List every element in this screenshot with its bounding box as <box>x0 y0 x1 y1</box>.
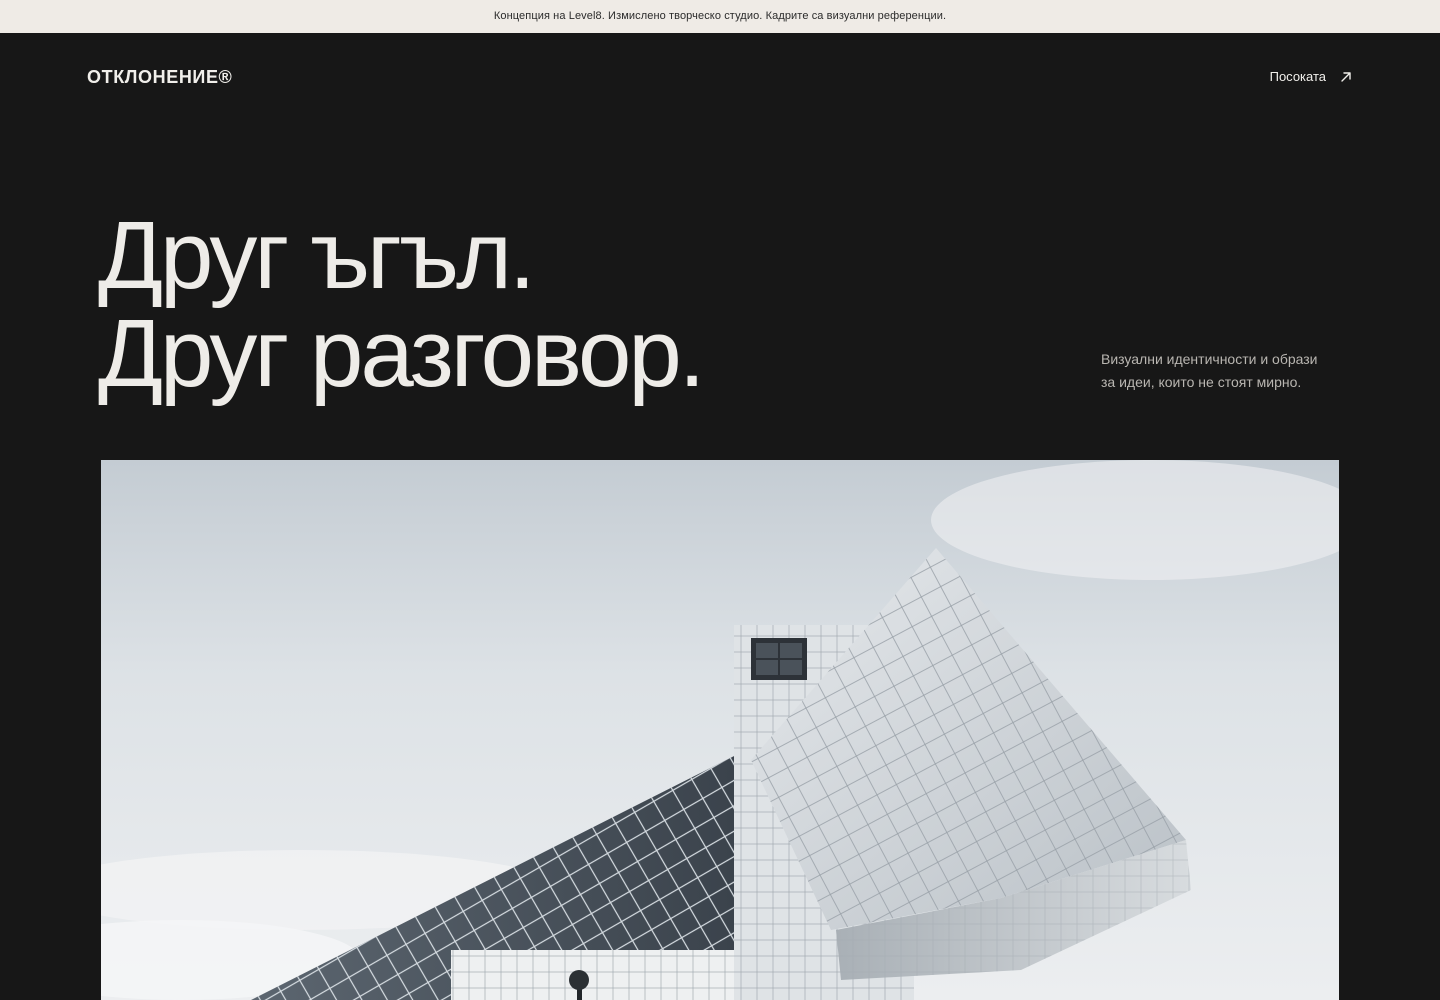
site-header: ОТКЛОНЕНИЕ® Посоката <box>0 33 1440 123</box>
hero-subtitle: Визуални идентичности и образи за идеи, … <box>1101 348 1351 394</box>
hero-subtitle-line-2: за идеи, които не стоят мирно. <box>1101 374 1302 390</box>
arrow-up-right-icon <box>1341 71 1351 82</box>
hero-subtitle-line-1: Визуални идентичности и образи <box>1101 351 1318 367</box>
hero-title: Друг ъгъл. Друг разговор. <box>98 202 705 407</box>
hero-image <box>101 460 1339 1000</box>
direction-nav-link[interactable]: Посоката <box>1270 69 1352 84</box>
hero-title-line-2: Друг разговор. <box>98 300 705 407</box>
building-illustration <box>101 460 1339 1000</box>
site-logo[interactable]: ОТКЛОНЕНИЕ® <box>87 67 232 88</box>
hero-title-line-1: Друг ъгъл. <box>98 202 536 309</box>
banner-text: Концепция на Level8. Измислено творческо… <box>493 10 947 22</box>
nav-link-label: Посоката <box>1269 69 1326 84</box>
announcement-banner: Концепция на Level8. Измислено творческо… <box>0 0 1440 33</box>
